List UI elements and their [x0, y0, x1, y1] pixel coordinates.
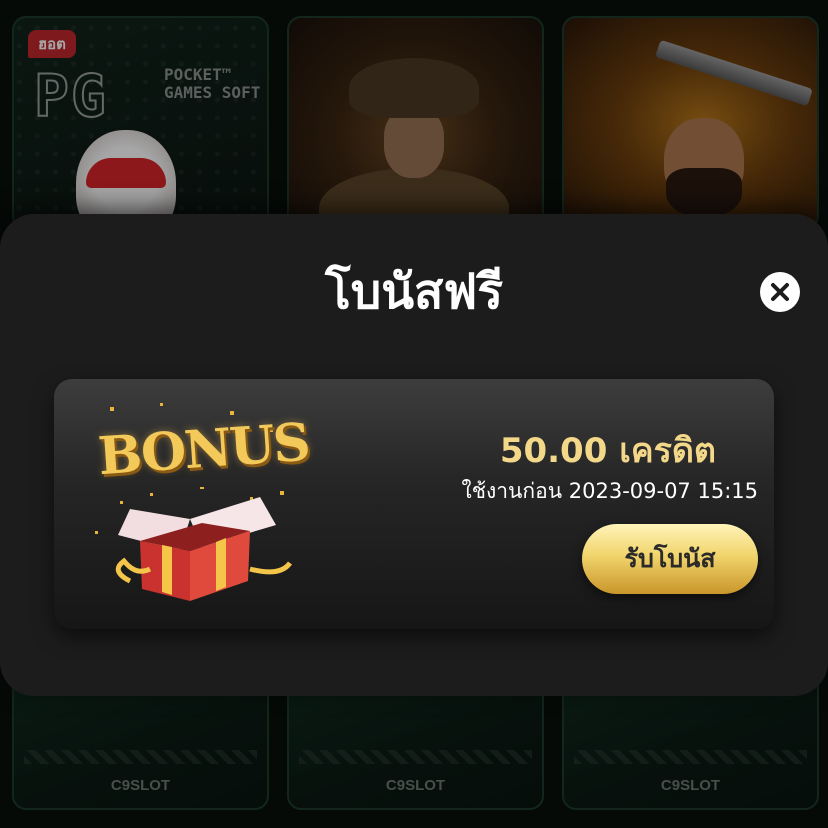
claim-bonus-button[interactable]: รับโบนัส	[582, 524, 758, 594]
close-button[interactable]	[760, 272, 800, 312]
bonus-gift-icon: BONUS	[90, 401, 311, 601]
free-bonus-modal: โบนัสฟรี BONUS 50.00 เครดิต ใช้งานก่อน 2…	[0, 214, 828, 696]
bonus-amount: 50.00 เครดิต	[499, 431, 716, 471]
bonus-card: BONUS 50.00 เครดิต ใช้งานก่อน 2023-09-07…	[54, 379, 774, 629]
modal-title: โบนัสฟรี	[324, 264, 504, 320]
close-icon	[771, 283, 789, 301]
bonus-expiry: ใช้งานก่อน 2023-09-07 15:15	[461, 479, 758, 503]
